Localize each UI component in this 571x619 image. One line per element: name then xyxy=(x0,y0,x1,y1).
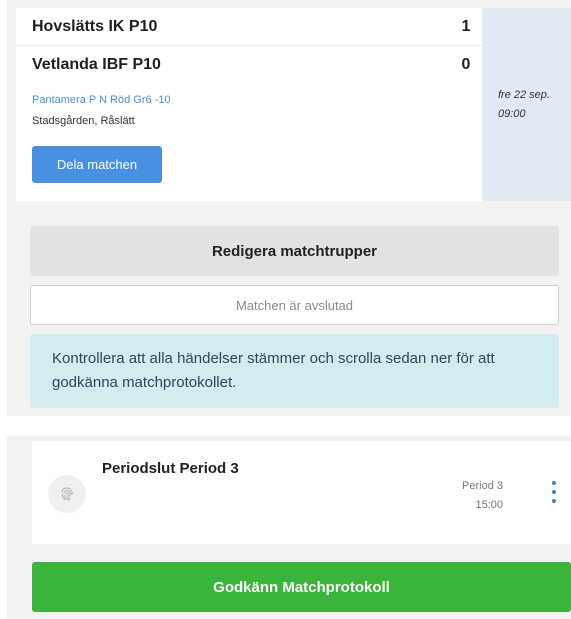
match-info: Hovslätts IK P10 1 Vetlanda IBF P10 0 Pa… xyxy=(16,8,482,201)
more-vertical-icon[interactable] xyxy=(549,481,559,503)
event-title: Periodslut Period 3 xyxy=(102,460,239,477)
fingerprint-icon xyxy=(48,475,86,513)
match-datetime: fre 22 sep. 09:00 xyxy=(482,8,571,201)
match-time: 09:00 xyxy=(498,107,526,120)
event-card[interactable]: Periodslut Period 3 Period 3 15:00 xyxy=(32,441,571,544)
match-status: Matchen är avslutad xyxy=(30,285,559,325)
venue-label: Stadsgården, Råslätt xyxy=(32,115,135,127)
away-team-score: 0 xyxy=(461,56,471,73)
match-date: fre 22 sep. xyxy=(498,88,550,101)
info-alert: Kontrollera att alla händelser stämmer o… xyxy=(30,334,559,408)
league-link[interactable]: Pantamera P N Röd Gr6 -10 xyxy=(32,94,482,106)
event-time: 15:00 xyxy=(475,499,503,511)
approve-protocol-button[interactable]: Godkänn Matchprotokoll xyxy=(32,562,571,612)
away-team-name: Vetlanda IBF P10 xyxy=(32,56,161,73)
home-team-row: Hovslätts IK P10 1 xyxy=(16,8,482,46)
edit-lineups-button[interactable]: Redigera matchtrupper xyxy=(30,226,559,276)
share-match-button[interactable]: Dela matchen xyxy=(32,146,162,183)
home-team-name: Hovslätts IK P10 xyxy=(32,17,158,35)
event-time-info: Period 3 15:00 xyxy=(462,477,503,515)
away-team-row: Vetlanda IBF P10 0 xyxy=(16,46,482,84)
home-team-score: 1 xyxy=(461,17,471,35)
match-card: Hovslätts IK P10 1 Vetlanda IBF P10 0 Pa… xyxy=(16,8,571,201)
event-period: Period 3 xyxy=(462,480,503,492)
